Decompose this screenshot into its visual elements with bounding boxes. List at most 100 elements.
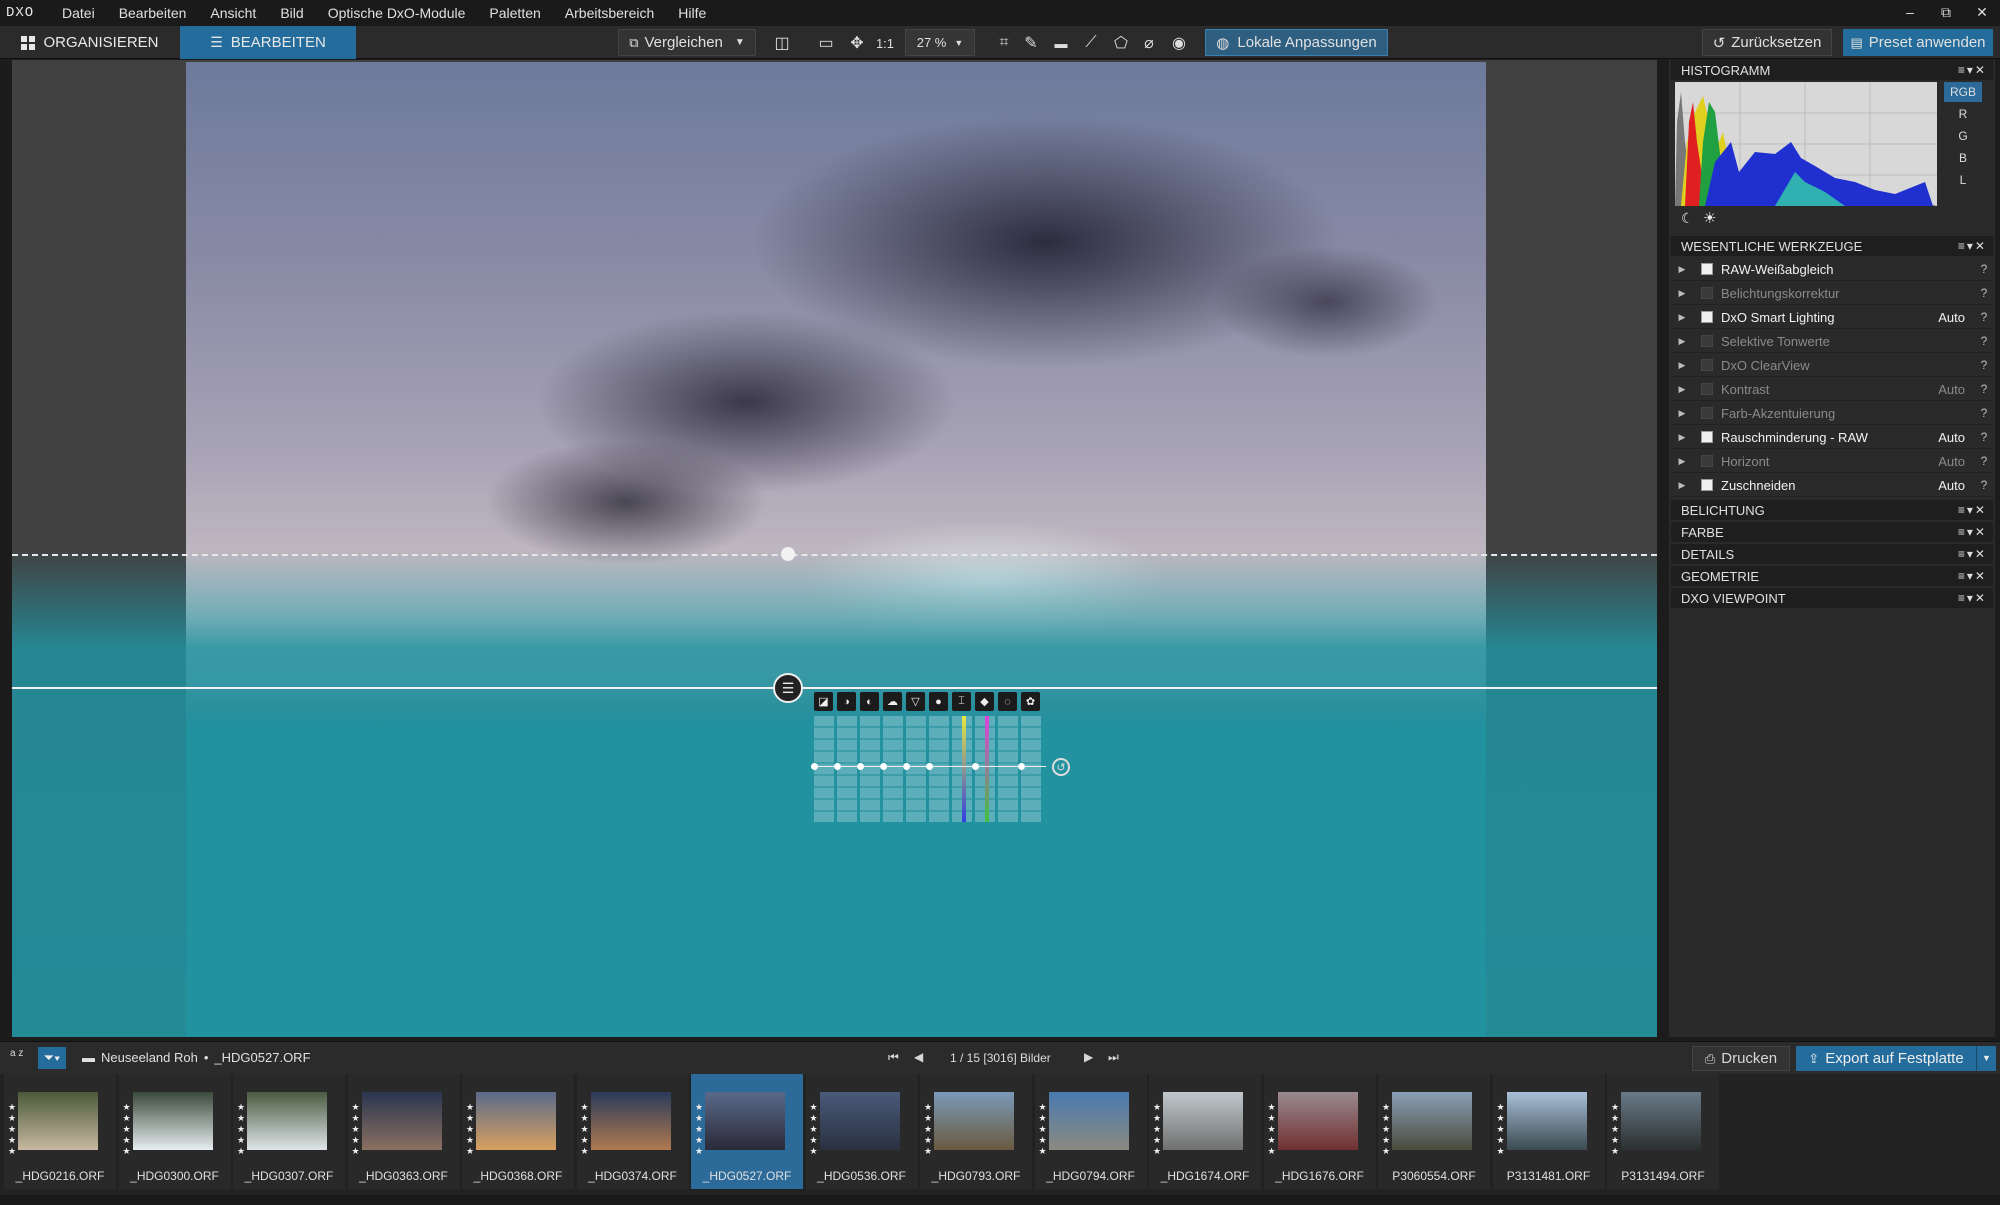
restore-button[interactable]: ⧉ <box>1928 0 1964 26</box>
filmstrip-thumbnail[interactable]: ★ ★ ★ ★ ★ _HDG1676.ORF <box>1263 1074 1376 1189</box>
expand-arrow-icon[interactable]: ▶ <box>1671 288 1693 299</box>
temperature-icon[interactable]: ⌶ <box>952 692 971 711</box>
rating-stars[interactable]: ★ ★ ★ ★ ★ <box>1497 1102 1505 1157</box>
panel-menu-icon[interactable]: ≡▾✕ <box>1958 569 1987 583</box>
rating-stars[interactable]: ★ ★ ★ ★ ★ <box>123 1102 131 1157</box>
perspective-icon[interactable]: ⟋ <box>1080 32 1102 54</box>
tool-toggle[interactable] <box>1701 479 1713 491</box>
tool-toggle[interactable] <box>1701 431 1713 443</box>
tool-toggle[interactable] <box>1701 407 1713 419</box>
slider-knob[interactable] <box>926 763 933 770</box>
panel-menu-icon[interactable]: ≡▾✕ <box>1958 63 1987 77</box>
image-viewer[interactable]: › › ☰ ◪ ◑ ◐ ☁ ▽ ● ⌶ ◆ ◌ ✿ ↺ <box>12 60 1657 1037</box>
panel-menu-icon[interactable]: ≡▾✕ <box>1958 239 1987 253</box>
slider-knob[interactable] <box>903 763 910 770</box>
palette-header[interactable]: DETAILS ≡▾✕ <box>1671 544 1993 564</box>
slider-knob[interactable] <box>811 763 818 770</box>
tool-toggle[interactable] <box>1701 455 1713 467</box>
filmstrip-thumbnail[interactable]: ★ ★ ★ ★ ★ _HDG1674.ORF <box>1149 1074 1261 1189</box>
export-dropdown-icon[interactable]: ▼ <box>1976 1046 1996 1071</box>
expand-arrow-icon[interactable]: ▶ <box>1671 264 1693 275</box>
filmstrip-thumbnail[interactable]: ★ ★ ★ ★ ★ _HDG0374.ORF <box>576 1074 689 1189</box>
eye-icon[interactable]: ◉ <box>1168 32 1190 54</box>
help-icon[interactable]: ? <box>1977 286 1991 300</box>
print-button[interactable]: ⎙ Drucken <box>1692 1046 1790 1071</box>
minimize-button[interactable]: – <box>1892 0 1928 26</box>
shadows-icon[interactable]: ▽ <box>906 692 925 711</box>
filmstrip-thumbnail[interactable]: ★ ★ ★ ★ ★ _HDG0536.ORF <box>805 1074 918 1189</box>
filter-button[interactable]: ⏷▾ <box>38 1047 66 1069</box>
menu-item[interactable]: Hilfe <box>666 0 718 26</box>
equalizer-slider[interactable] <box>906 716 926 822</box>
microcontrast-icon[interactable]: ◐ <box>860 692 879 711</box>
tool-row[interactable]: ▶ Horizont Auto? <box>1671 450 1993 473</box>
ratio-1-1-button[interactable]: 1:1 <box>874 32 896 54</box>
menu-item[interactable]: Bild <box>268 0 315 26</box>
rating-stars[interactable]: ★ ★ ★ ★ ★ <box>8 1102 16 1157</box>
tab-edit[interactable]: ☰ BEARBEITEN <box>180 26 356 59</box>
rating-stars[interactable]: ★ ★ ★ ★ ★ <box>237 1102 245 1157</box>
menu-item[interactable]: Datei <box>50 0 107 26</box>
panel-menu-icon[interactable]: ≡▾✕ <box>1958 591 1987 605</box>
equalizer-slider[interactable] <box>1021 716 1041 822</box>
rating-stars[interactable]: ★ ★ ★ ★ ★ <box>1611 1102 1619 1157</box>
expand-arrow-icon[interactable]: ▶ <box>1671 312 1693 323</box>
histogram-channel-b[interactable]: B <box>1944 148 1982 168</box>
apply-preset-button[interactable]: ▤ Preset anwenden <box>1843 29 1993 56</box>
compare-button[interactable]: ⧉ Vergleichen ▼ <box>618 29 756 56</box>
help-icon[interactable]: ? <box>1977 454 1991 468</box>
slider-knob[interactable] <box>880 763 887 770</box>
filmstrip-thumbnail[interactable]: ★ ★ ★ ★ ★ _HDG0216.ORF <box>4 1074 116 1189</box>
menu-item[interactable]: Arbeitsbereich <box>553 0 667 26</box>
histogram-header[interactable]: HISTOGRAMM ≡▾✕ <box>1671 60 1993 80</box>
haze-icon[interactable]: ☁ <box>883 692 902 711</box>
help-icon[interactable]: ? <box>1977 382 1991 396</box>
crop-icon[interactable]: ⌗ <box>993 32 1015 54</box>
fit-screen-icon[interactable]: ▭ <box>815 32 837 54</box>
polygon-icon[interactable]: ⬠ <box>1110 32 1132 54</box>
tool-toggle[interactable] <box>1701 359 1713 371</box>
reset-button[interactable]: ↺ Zurücksetzen <box>1702 29 1832 56</box>
help-icon[interactable]: ? <box>1977 310 1991 324</box>
slider-knob[interactable] <box>972 763 979 770</box>
help-icon[interactable]: ? <box>1977 406 1991 420</box>
palette-header[interactable]: BELICHTUNG ≡▾✕ <box>1671 500 1993 520</box>
panel-menu-icon[interactable]: ≡▾✕ <box>1958 525 1987 539</box>
sun-icon[interactable]: ☀ <box>1703 209 1716 227</box>
rating-stars[interactable]: ★ ★ ★ ★ ★ <box>810 1102 818 1157</box>
rating-stars[interactable]: ★ ★ ★ ★ ★ <box>1153 1102 1161 1157</box>
histogram-channel-rgb[interactable]: RGB <box>1944 82 1982 102</box>
local-adjustments-button[interactable]: ◍ Lokale Anpassungen <box>1205 29 1388 56</box>
essential-tools-header[interactable]: WESENTLICHE WERKZEUGE ≡▾✕ <box>1671 236 1993 256</box>
expand-arrow-icon[interactable]: ▶ <box>1671 360 1693 371</box>
expand-arrow-icon[interactable]: ▶ <box>1671 480 1693 491</box>
tool-row[interactable]: ▶ Zuschneiden Auto? <box>1671 474 1993 497</box>
help-icon[interactable]: ? <box>1977 334 1991 348</box>
last-image-icon[interactable]: ⏭ <box>1108 1050 1119 1065</box>
expand-arrow-icon[interactable]: ▶ <box>1671 432 1693 443</box>
help-icon[interactable]: ? <box>1977 358 1991 372</box>
filmstrip-scrollbar[interactable] <box>0 1195 2000 1205</box>
rating-stars[interactable]: ★ ★ ★ ★ ★ <box>352 1102 360 1157</box>
sharpness-icon[interactable]: ◌ <box>998 692 1017 711</box>
help-icon[interactable]: ? <box>1977 262 1991 276</box>
rating-stars[interactable]: ★ ★ ★ ★ ★ <box>924 1102 932 1157</box>
tool-row[interactable]: ▶ DxO ClearView? <box>1671 354 1993 377</box>
tool-row[interactable]: ▶ Farb-Akzentuierung? <box>1671 402 1993 425</box>
gradient-rotate-handle[interactable] <box>781 547 795 561</box>
zoom-select[interactable]: 27 % ▼ <box>905 29 975 56</box>
move-icon[interactable]: ✥ <box>846 32 868 54</box>
panel-menu-icon[interactable]: ≡▾✕ <box>1958 503 1987 517</box>
filmstrip-thumbnail[interactable]: ★ ★ ★ ★ ★ _HDG0300.ORF <box>118 1074 231 1189</box>
contrast-icon[interactable]: ◑ <box>837 692 856 711</box>
slider-knob[interactable] <box>1018 763 1025 770</box>
highlights-icon[interactable]: ● <box>929 692 948 711</box>
expand-arrow-icon[interactable]: ▶ <box>1671 336 1693 347</box>
split-view-icon[interactable]: ◫ <box>771 32 793 54</box>
tool-row[interactable]: ▶ Belichtungskorrektur? <box>1671 282 1993 305</box>
rating-stars[interactable]: ★ ★ ★ ★ ★ <box>1039 1102 1047 1157</box>
rating-stars[interactable]: ★ ★ ★ ★ ★ <box>1268 1102 1276 1157</box>
rating-stars[interactable]: ★ ★ ★ ★ ★ <box>1382 1102 1390 1157</box>
close-button[interactable]: ✕ <box>1964 0 2000 26</box>
tool-row[interactable]: ▶ Selektive Tonwerte? <box>1671 330 1993 353</box>
